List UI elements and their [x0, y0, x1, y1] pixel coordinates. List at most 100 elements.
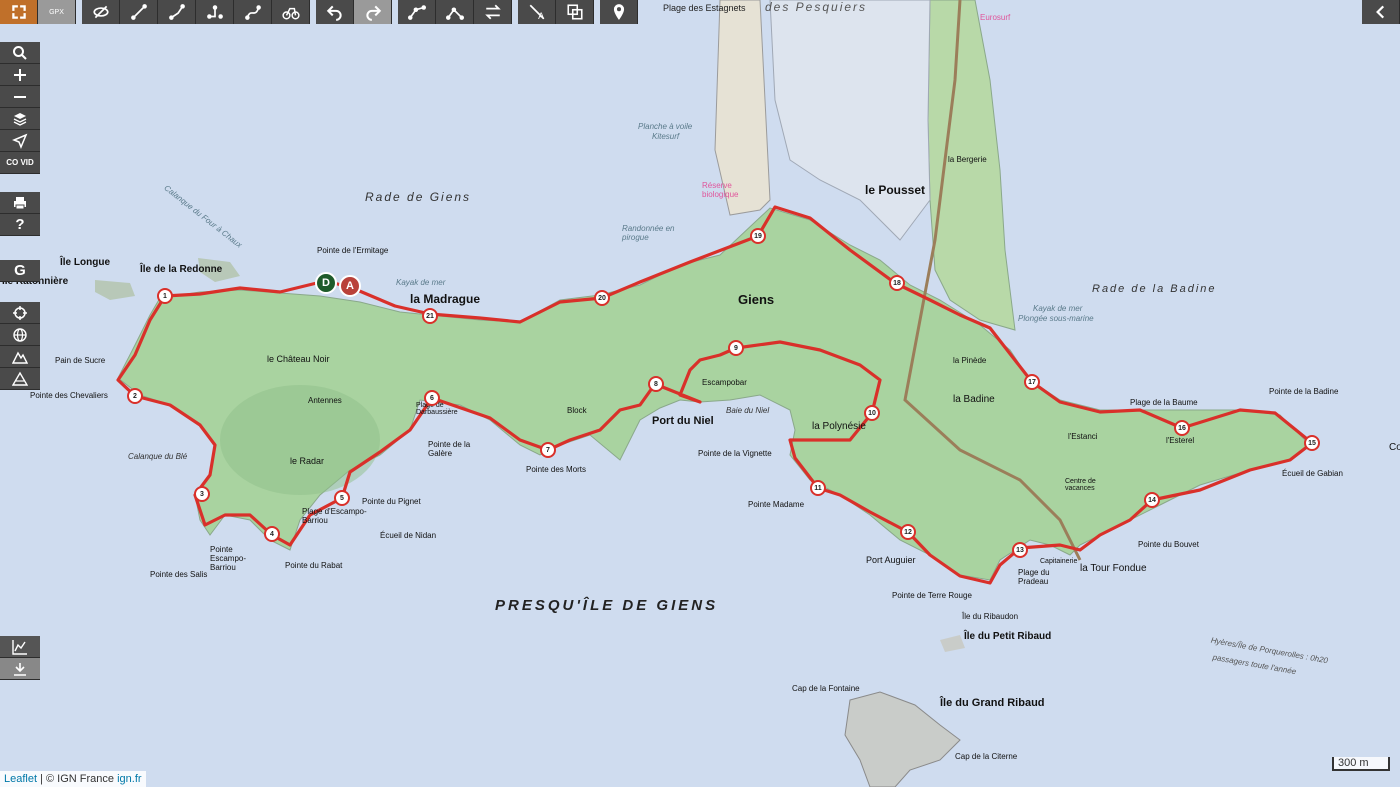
waypoint-6[interactable]: 6	[424, 390, 440, 406]
waypoint-13[interactable]: 13	[1012, 542, 1028, 558]
left-controls-map	[0, 302, 40, 390]
label-plage-pradeau: Plage du Pradeau	[1018, 568, 1050, 586]
target-button[interactable]	[0, 302, 40, 324]
relief-icon	[12, 371, 28, 386]
waypoint-17[interactable]: 17	[1024, 374, 1040, 390]
label-baie-niel: Baie du Niel	[726, 406, 770, 415]
waypoint-21[interactable]: 21	[422, 308, 438, 324]
waypoint-14[interactable]: 14	[1144, 492, 1160, 508]
marker-button[interactable]	[600, 0, 638, 24]
label-antennes: Antennes	[308, 396, 342, 405]
label-ribaudon: Île du Ribaudon	[962, 612, 1019, 621]
waypoint-1[interactable]: 1	[157, 288, 173, 304]
depart-marker[interactable]: D	[315, 272, 337, 294]
hide-track-button[interactable]	[82, 0, 120, 24]
search-icon	[13, 45, 27, 60]
arrivee-marker[interactable]: A	[339, 275, 361, 297]
waypoint-20[interactable]: 20	[594, 290, 610, 306]
waypoint-19[interactable]: 19	[750, 228, 766, 244]
map-attribution: Leaflet | © IGN France ign.fr	[0, 771, 146, 787]
clear-waypoints-button[interactable]: A	[518, 0, 556, 24]
swap-icon	[484, 4, 501, 20]
download-button[interactable]	[0, 658, 40, 680]
waypoint-16[interactable]: 16	[1174, 420, 1190, 436]
waypoint-7[interactable]: 7	[540, 442, 556, 458]
leaflet-link[interactable]: Leaflet	[4, 773, 37, 785]
search-button[interactable]	[0, 42, 40, 64]
label-plage-escampo: Plage d'Escampo-Barriou	[302, 507, 367, 525]
gpx-button[interactable]: GPX	[38, 0, 76, 24]
split-button[interactable]	[436, 0, 474, 24]
label-kayak-1: Kayak de mer	[396, 278, 446, 287]
waypoint-15[interactable]: 15	[1304, 435, 1320, 451]
bike-route-button[interactable]	[272, 0, 310, 24]
draw-route-button[interactable]	[158, 0, 196, 24]
waypoint-11[interactable]: 11	[810, 480, 826, 496]
waypoint-8[interactable]: 8	[648, 376, 664, 392]
copy-icon	[566, 4, 583, 20]
zoom-out-button[interactable]	[0, 86, 40, 108]
waypoint-10[interactable]: 10	[864, 405, 880, 421]
label-plongee: Plongée sous-marine	[1018, 314, 1094, 323]
label-escampobar: Escampobar	[702, 378, 747, 387]
label-pointe-bouvet: Pointe du Bouvet	[1138, 540, 1199, 549]
label-plage-baume: Plage de la Baume	[1130, 398, 1198, 407]
print-icon	[14, 196, 26, 209]
waypoint-4[interactable]: 4	[264, 526, 280, 542]
waypoint-18[interactable]: 18	[889, 275, 905, 291]
route-icon	[168, 4, 185, 20]
label-pointe-morts: Pointe des Morts	[526, 465, 587, 474]
split-icon	[445, 7, 464, 20]
covid-button[interactable]: CO VID	[0, 152, 40, 174]
plus-icon	[14, 68, 26, 81]
print-button[interactable]	[0, 192, 40, 214]
label-bergerie: la Bergerie	[948, 155, 987, 164]
left-controls-tools: ?	[0, 192, 40, 236]
help-button[interactable]: ?	[0, 214, 40, 236]
waypoint-3[interactable]: 3	[194, 486, 210, 502]
waypoint-2[interactable]: 2	[127, 388, 143, 404]
draw-path-button[interactable]	[196, 0, 234, 24]
elevation-profile-button[interactable]	[0, 636, 40, 658]
map-canvas[interactable]	[0, 0, 1400, 787]
menu-icon	[1375, 5, 1384, 19]
label-co: Co	[1389, 442, 1400, 453]
google-button[interactable]: G	[0, 260, 40, 282]
label-la-badine: la Badine	[953, 394, 995, 405]
ign-link[interactable]: ign.fr	[117, 773, 141, 785]
zoom-in-button[interactable]	[0, 64, 40, 86]
waypoint-12[interactable]: 12	[900, 524, 916, 540]
undo-button[interactable]	[316, 0, 354, 24]
merge-button[interactable]	[398, 0, 436, 24]
globe-button[interactable]	[0, 324, 40, 346]
layers-button[interactable]	[0, 108, 40, 130]
fullscreen-button[interactable]	[0, 0, 38, 24]
label-rade-giens: Rade de Giens	[365, 190, 472, 204]
label-reserve: Réserve biologique	[702, 181, 739, 199]
label-pointe-rabat: Pointe du Rabat	[285, 561, 343, 570]
draw-line-button[interactable]	[120, 0, 158, 24]
label-pointe-badine: Pointe de la Badine	[1269, 387, 1339, 396]
label-petit-ribaud: Île du Petit Ribaud	[964, 631, 1052, 642]
relief-button[interactable]	[0, 368, 40, 390]
label-le-radar: le Radar	[290, 456, 325, 466]
label-ile-redonne: Île de la Redonne	[140, 264, 223, 275]
label-madrague: la Madrague	[410, 292, 481, 306]
label-plage-estagnets: Plage des Estagnets	[663, 3, 746, 13]
redo-button[interactable]	[354, 0, 392, 24]
waypoint-9[interactable]: 9	[728, 340, 744, 356]
waypoint-5[interactable]: 5	[334, 490, 350, 506]
label-esterel: l'Esterel	[1166, 436, 1195, 445]
copy-button[interactable]	[556, 0, 594, 24]
draw-curve-button[interactable]	[234, 0, 272, 24]
label-cap-fontaine: Cap de la Fontaine	[792, 684, 860, 693]
label-tour-fondue: la Tour Fondue	[1080, 563, 1147, 574]
reverse-button[interactable]	[474, 0, 512, 24]
label-la-polynesie: la Polynésie	[812, 421, 866, 432]
locate-button[interactable]	[0, 130, 40, 152]
mountain-button[interactable]	[0, 346, 40, 368]
label-des-pesquiers: des Pesquiers	[765, 0, 868, 14]
menu-button[interactable]	[1362, 0, 1400, 24]
label-grand-ribaud: Île du Grand Ribaud	[940, 697, 1045, 709]
navigation-icon	[12, 133, 28, 149]
